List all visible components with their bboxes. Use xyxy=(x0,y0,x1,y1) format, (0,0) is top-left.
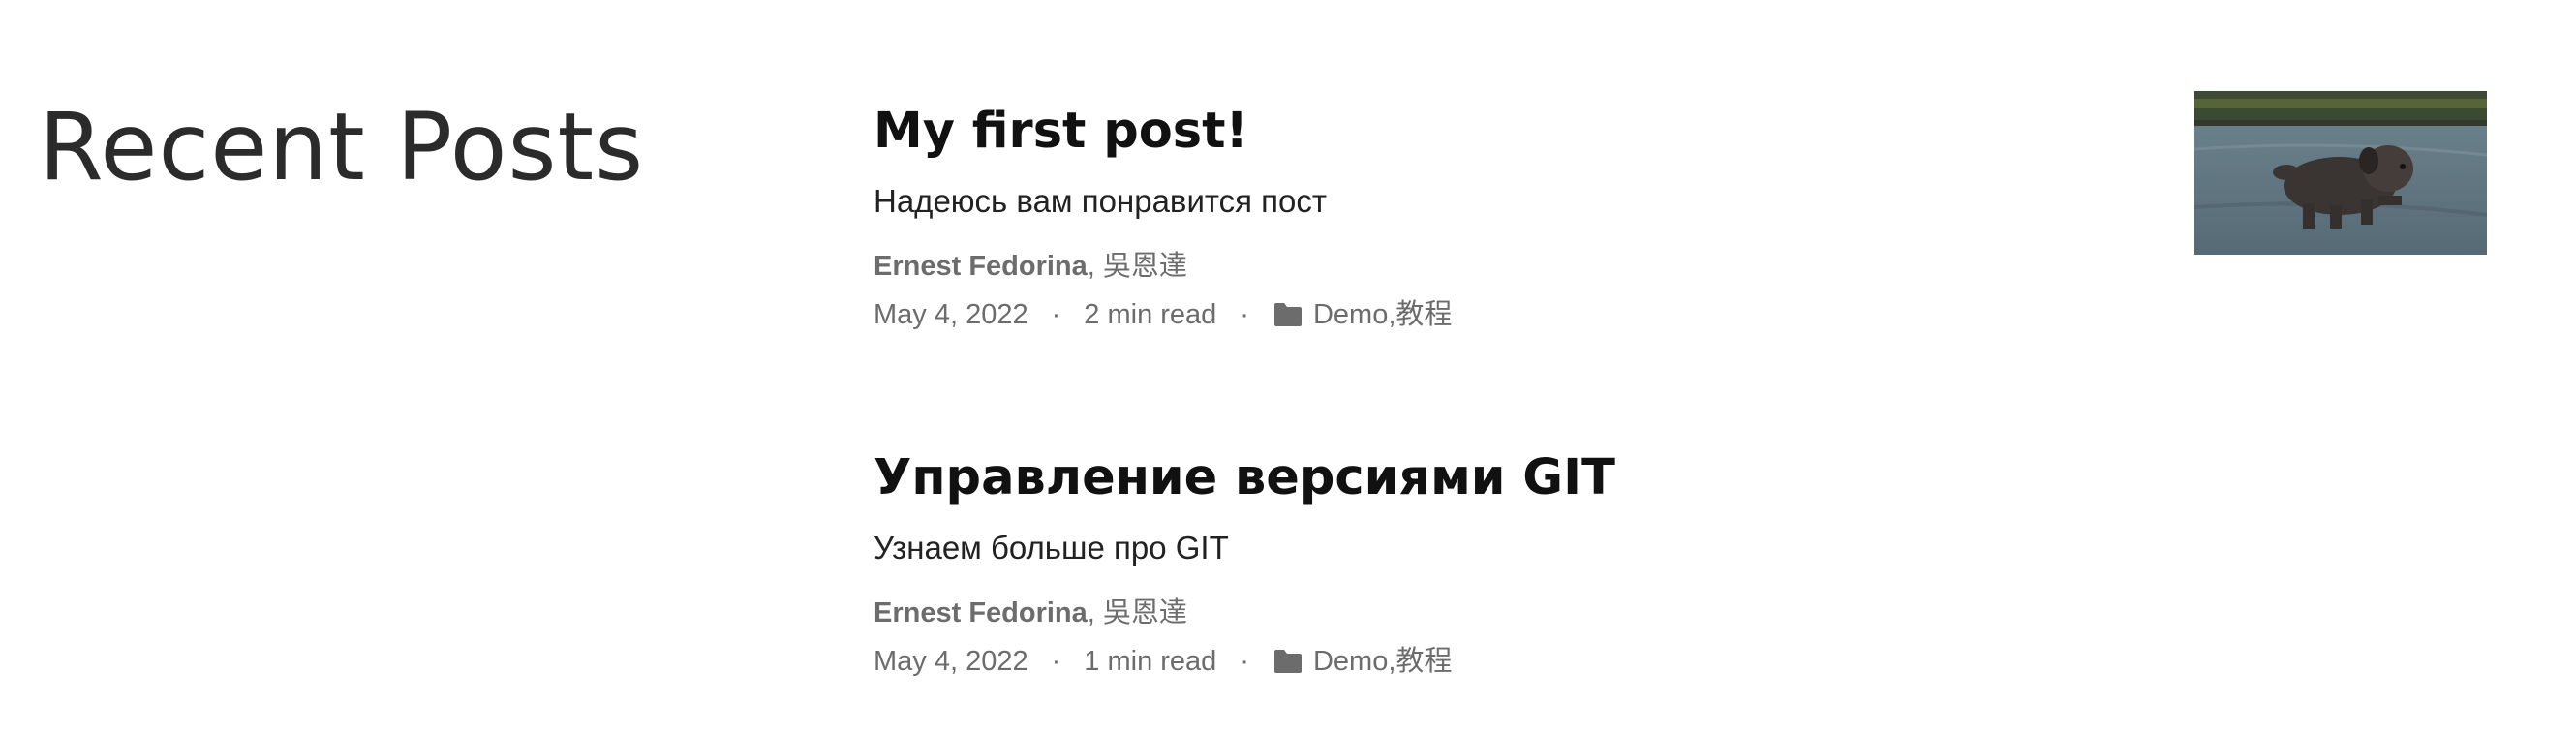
author-separator: , xyxy=(1087,251,1103,282)
post-date: May 4, 2022 xyxy=(874,646,1028,677)
author-name: 吳恩達 xyxy=(1102,597,1187,628)
section-title: Recent Posts xyxy=(39,93,645,201)
author-separator: , xyxy=(1087,597,1103,628)
author-link[interactable]: Ernest Fedorina xyxy=(874,597,1088,628)
post-summary: Узнаем больше про GIT xyxy=(874,530,1229,566)
meta-separator: · xyxy=(1051,646,1061,677)
meta-separator: · xyxy=(1240,299,1249,330)
reading-time: 1 min read xyxy=(1084,646,1217,677)
category-link[interactable]: 教程 xyxy=(1395,291,1452,339)
post-date: May 4, 2022 xyxy=(874,299,1028,330)
folder-icon xyxy=(1273,637,1303,686)
post-card: Управление версиями GIT Узнаем больше пр… xyxy=(874,442,2500,686)
meta-separator: · xyxy=(1240,646,1249,677)
post-title-link[interactable]: Управление версиями GIT xyxy=(874,442,2500,515)
author-name: 吳恩達 xyxy=(1102,251,1187,282)
folder-icon xyxy=(1273,291,1303,339)
category-separator: , xyxy=(1388,646,1396,677)
category-link[interactable]: 教程 xyxy=(1395,637,1452,686)
post-meta: May 4, 2022 · 1 min read · Demo, 教程 xyxy=(874,637,2500,686)
reading-time: 2 min read xyxy=(1084,299,1217,330)
post-meta: May 4, 2022 · 2 min read · Demo, 教程 xyxy=(874,291,2500,339)
meta-separator: · xyxy=(1051,299,1061,330)
post-authors: Ernest Fedorina, 吳恩達 xyxy=(874,589,2500,637)
category-separator: , xyxy=(1388,299,1396,330)
post-thumbnail[interactable] xyxy=(2194,91,2487,255)
author-link[interactable]: Ernest Fedorina xyxy=(874,251,1088,282)
category-link[interactable]: Demo xyxy=(1313,291,1388,339)
category-link[interactable]: Demo xyxy=(1313,637,1388,686)
